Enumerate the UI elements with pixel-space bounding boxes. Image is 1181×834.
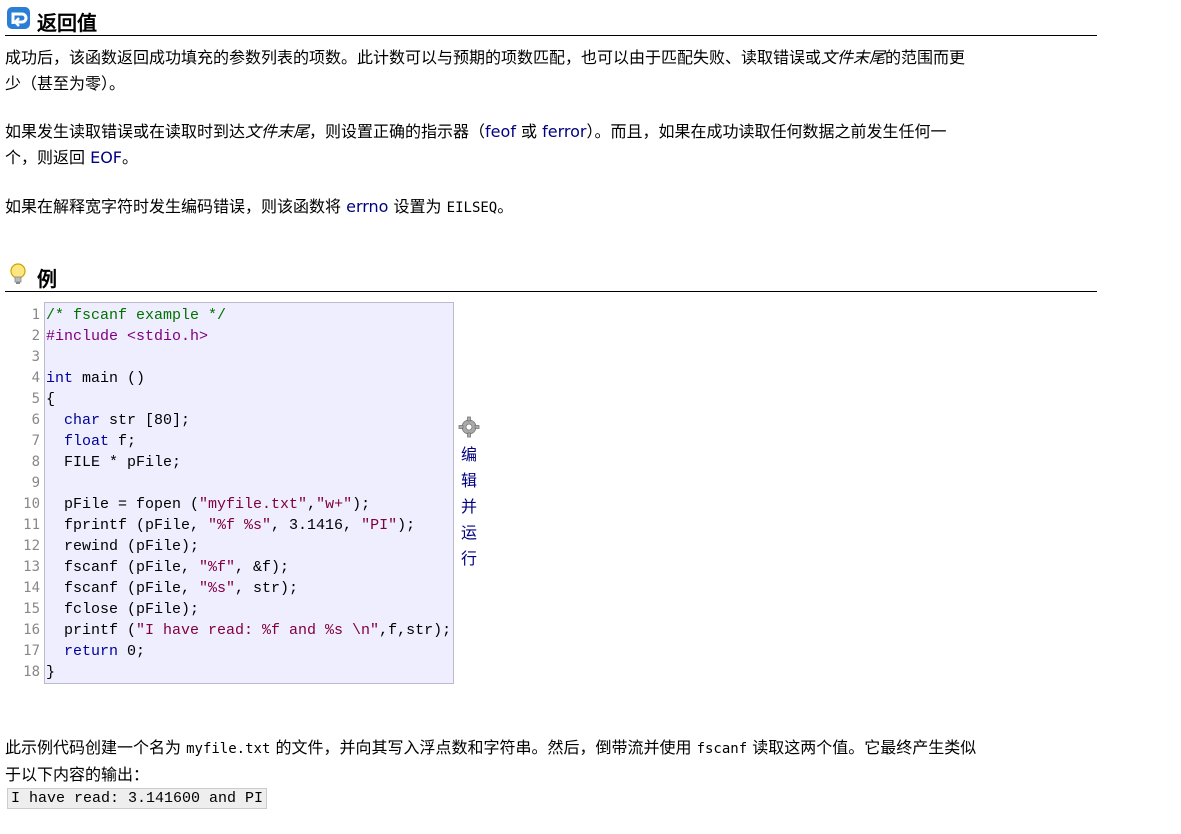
return-paragraph-2: 如果发生读取错误或在读取时到达文件末尾，则设置正确的指示器（feof 或 fer… [5,122,947,167]
code-line: ​ [46,473,451,494]
code-line: rewind (pFile); [46,538,200,555]
gear-icon [458,416,480,438]
feof-link[interactable]: feof [485,122,516,141]
heading-text: 返回值 [37,11,97,35]
code-line: pFile = fopen ("myfile.txt","w+"); [46,496,371,513]
line-number: 2 [31,328,40,344]
code-line: fprintf (pFile, "%f %s", 3.1416, "PI"); [46,517,416,534]
line-number: 15 [23,601,40,617]
line-number: 10 [23,496,40,512]
run-label-char[interactable]: 行 [457,546,481,572]
code-line: } [46,664,56,681]
return-arrow-icon [7,7,30,29]
line-number: 18 [23,664,40,680]
code-line: int main () [46,370,146,387]
sample-output: I have read: 3.141600 and PI [7,788,268,809]
run-label-char[interactable]: 编 [457,442,481,468]
code-line: fscanf (pFile, "%f", &f); [46,559,290,576]
line-numbers: 1 2 3 4 5 6 7 8 9 10 11 12 13 14 15 16 17 18 [5,303,40,683]
line-number: 3 [31,349,40,365]
code-line: char str [80]; [64,412,191,429]
return-value-heading: 返回值 [5,5,1097,36]
errno-link[interactable]: errno [346,197,388,216]
code-lines: /* fscanf example */ #include <stdio.h> ​ i… [46,303,451,683]
heading-text: 例 [37,267,57,291]
line-number: 7 [31,433,40,449]
lightbulb-icon [10,263,26,284]
example-heading: 例 [5,261,1097,292]
run-label-char[interactable]: 运 [457,520,481,546]
code-line: return 0; [64,643,146,660]
line-number: 14 [23,580,40,596]
edit-and-run-label[interactable]: 编辑并运行 [457,442,481,572]
line-number: 16 [23,622,40,638]
line-number: 4 [31,370,40,386]
line-number: 17 [23,643,40,659]
ferror-link[interactable]: ferror [542,122,586,141]
code-line: fclose (pFile); [46,601,200,618]
return-paragraph-1: 成功后，该函数返回成功填充的参数列表的项数。此计数可以与预期的项数匹配，也可以由… [5,48,966,93]
code-line: { [46,391,56,408]
code-line: float f; [64,433,137,450]
return-paragraph-3: 如果在解释宽字符时发生编码错误，则该函数将 errno 设置为 EILSEQ。 [5,197,514,216]
line-number: 11 [23,517,40,533]
line-number: 1 [31,307,40,323]
line-number: 9 [31,475,40,491]
example-description: 此示例代码创建一个名为 myfile.txt 的文件，并向其写入浮点数和字符串。… [5,738,977,784]
line-number: 6 [31,412,40,428]
line-number: 13 [23,559,40,575]
run-label-char[interactable]: 并 [457,494,481,520]
code-line: FILE * pFile; [46,454,182,471]
line-number: 8 [31,454,40,470]
eof-link[interactable]: EOF [90,148,122,167]
code-line: #include <stdio.h> [46,328,209,345]
code-line: /* fscanf example */ [46,307,227,324]
line-number: 5 [31,391,40,407]
edit-and-run-button[interactable]: 编辑并运行 [457,416,481,572]
run-label-char[interactable]: 辑 [457,468,481,494]
line-number: 12 [23,538,40,554]
code-line: fscanf (pFile, "%s", str); [46,580,299,597]
code-line: ​ [46,347,451,368]
code-line: printf ("I have read: %f and %s \n",f,st… [46,622,452,639]
